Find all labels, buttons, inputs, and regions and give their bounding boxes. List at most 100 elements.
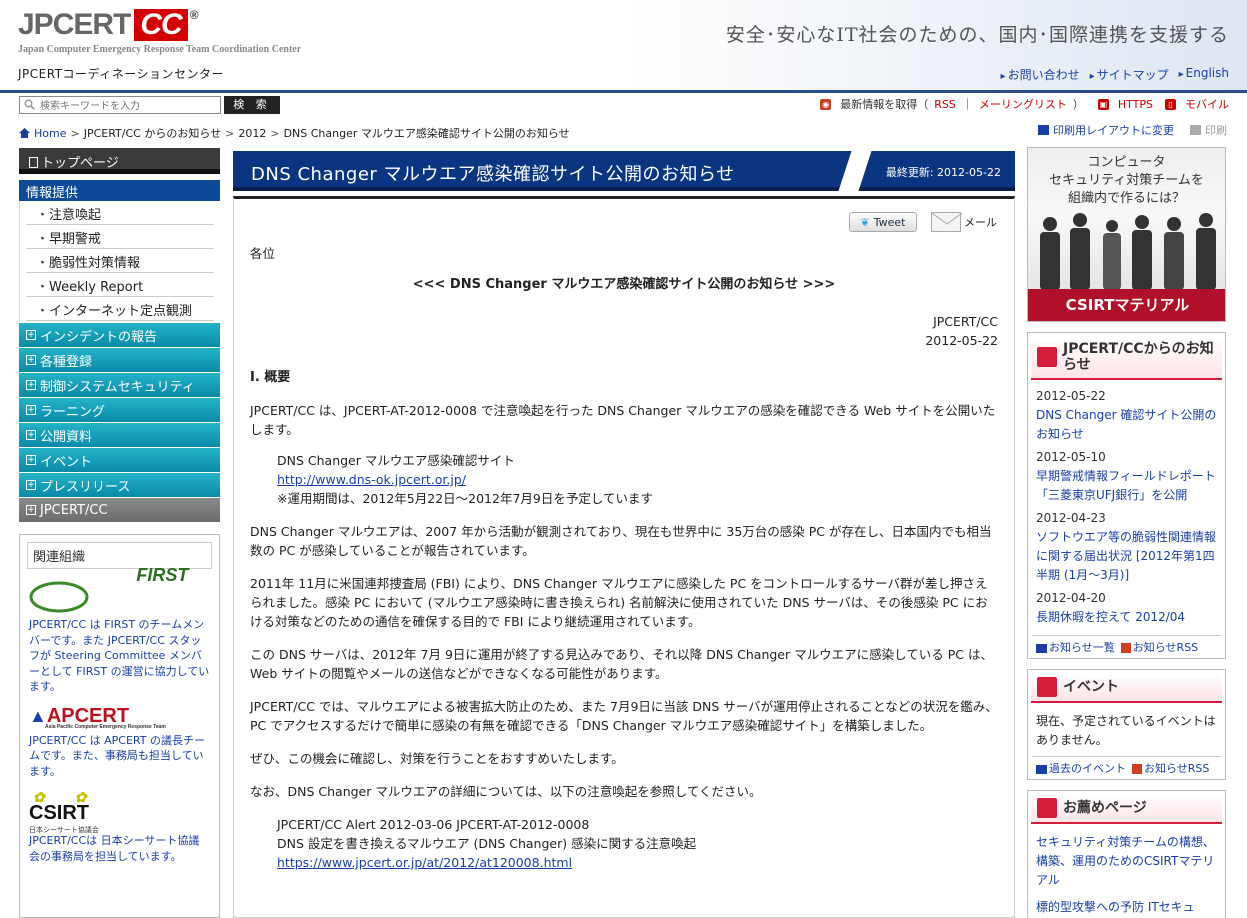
csirt-material-banner[interactable]: コンピュータ セキュリティ対策チームを 組織内で作るには？ CSIRTマテリアル [1027,147,1226,322]
article-body: 各位 <<< DNS Changer マルウエア感染確認サイト公開のお知らせ >… [250,244,998,880]
news-item-link[interactable]: ソフトウエア等の脆弱性関連情報に関する届出状況 [2012年第1四半期 (1月～… [1036,528,1217,585]
rss-icon: ◉ [820,98,832,110]
share-buttons: ❦ Tweet メール [849,212,997,232]
apcert-mark-icon: ▲ [29,705,47,726]
search-button[interactable]: 検 索 [224,96,280,114]
recommended-link[interactable]: 標的型攻撃への予防 ITセキュ [1036,898,1217,917]
salutation: 各位 [250,246,276,261]
nav-item-vulnerability[interactable]: 脆弱性対策情報 [26,249,214,273]
nav-item-early-warning[interactable]: 早期警戒 [26,225,214,249]
lock-icon: ▣ [1097,98,1109,110]
apcert-text[interactable]: JPCERT/CC は APCERT の議長チームです。また、事務局も担当してい… [29,733,210,780]
print-link[interactable]: 印刷 [1205,122,1227,138]
left-navigation: トップページ 情報提供 注意喚起 早期警戒 脆弱性対策情報 Weekly Rep… [19,148,220,523]
search-icon [24,99,35,110]
nav-section-info[interactable]: 情報提供 [19,180,220,201]
news-item-link[interactable]: 長期休暇を控えて 2012/04 [1036,608,1217,627]
csirt-text[interactable]: JPCERT/CCは 日本シーサート協議会の事務局を担当しています。 [29,833,210,864]
nav-ics-security[interactable]: + 制御システムセキュリティ [19,373,220,398]
news-item-link[interactable]: 早期警戒情報フィールドレポート「三菱東京UFJ銀行」を公開 [1036,467,1217,505]
event-box-title: イベント [1063,679,1119,695]
breadcrumb-home[interactable]: Home [34,127,66,140]
check-site-link[interactable]: http://www.dns-ok.jpcert.or.jp/ [277,472,466,487]
news-item-link[interactable]: DNS Changer 確認サイト公開のお知らせ [1036,406,1217,444]
news-list-link[interactable]: お知らせ一覧 [1049,641,1115,654]
mobile-link[interactable]: モバイル [1185,96,1229,112]
banner-caption: CSIRTマテリアル [1028,289,1225,321]
nav-incident-report[interactable]: + インシデントの報告 [19,323,220,348]
mail-button[interactable]: メール [931,212,997,232]
breadcrumb-row: Home > JPCERT/CC からのお知らせ > 2012 > DNS Ch… [0,120,1247,142]
check-site-note: ※運用期間は、2012年5月22日～2012年7月9日を予定しています [277,491,653,506]
alert-reference: JPCERT/CC Alert 2012-03-06 JPCERT-AT-201… [250,815,998,872]
feeds-prefix: 最新情報を取得（ [840,98,929,111]
nav-learning[interactable]: + ラーニング [19,398,220,423]
english-link[interactable]: English [1179,66,1229,83]
nav-press-release[interactable]: + プレスリリース [19,473,220,498]
mobile-icon: ▯ [1165,98,1176,110]
printer-icon [1190,125,1201,135]
logo-registered-mark: ® [189,8,199,22]
event-footer: 過去のイベント お知らせRSS [1032,756,1221,779]
news-footer: お知らせ一覧 お知らせRSS [1032,635,1221,658]
plus-icon: + [26,330,36,340]
mailing-list-link[interactable]: メーリングリスト [979,96,1067,112]
related-organizations: 関連組織 FIRST JPCERT/CC は FIRST のチームメンバーです。… [19,534,220,918]
header-divider [0,90,1247,93]
event-icon [1037,677,1057,697]
plus-icon: + [26,430,36,440]
news-date: 2012-05-10 [1036,450,1106,464]
jpcert-logo[interactable]: JPCERT CC ® Japan Computer Emergency Res… [18,8,301,55]
paragraph-6: ぜひ、この機会に確認し、対策を行うことをおすすめいたします。 [250,751,624,766]
logo-cc-text: CC [134,9,188,41]
alert-line-1: JPCERT/CC Alert 2012-03-06 JPCERT-AT-201… [277,817,590,832]
home-icon [19,128,30,138]
nav-jpcert[interactable]: + JPCERT/CC [19,498,220,523]
alert-link[interactable]: https://www.jpcert.or.jp/at/2012/at12000… [277,855,572,870]
breadcrumb-notices[interactable]: JPCERT/CC からのお知らせ [84,125,221,141]
breadcrumb-year[interactable]: 2012 [238,127,266,140]
rss-link[interactable]: RSS [934,98,956,111]
plus-icon: + [26,480,36,490]
rss-icon [1132,764,1142,774]
article-org: JPCERT/CC [933,314,998,329]
paragraph-3: 2011年 11月に米国連邦捜査局 (FBI) により、DNS Changer … [250,576,988,629]
nav-sub-list: 注意喚起 早期警戒 脆弱性対策情報 Weekly Report インターネット定… [19,201,220,321]
recommended-list: セキュリティ対策チームの構想、構築、運用のためのCSIRTマテリアル 標的型攻撃… [1028,827,1225,918]
banner-line-2: セキュリティ対策チームを [1049,173,1204,188]
nav-top-page[interactable]: トップページ [19,148,220,174]
first-logo[interactable]: FIRST [29,565,210,617]
apcert-logo[interactable]: ▲APCERT Asia Pacific Computer Emergency … [29,705,210,733]
past-events-link[interactable]: 過去のイベント [1049,762,1126,775]
tweet-button[interactable]: ❦ Tweet [849,212,917,232]
csirt-logo[interactable]: ✿✿ CSIRT 日本シーサート協議会 [29,789,210,834]
main-content: DNS Changer マルウエア感染確認サイト公開のお知らせ 最終更新: 20… [233,148,1015,918]
nav-item-alerts[interactable]: 注意喚起 [26,201,214,225]
page-icon [29,157,38,168]
news-rss-link[interactable]: お知らせRSS [1133,641,1198,654]
recommended-icon [1037,798,1057,818]
plus-icon: + [26,505,36,515]
nav-registration[interactable]: + 各種登録 [19,348,220,373]
print-layout-icon [1038,125,1049,135]
news-box: JPCERT/CCからのお知らせ 2012-05-22 DNS Changer … [1027,332,1226,659]
nav-publications[interactable]: + 公開資料 [19,423,220,448]
recommended-link[interactable]: セキュリティ対策チームの構想、構築、運用のためのCSIRTマテリアル [1036,833,1217,890]
news-box-title: JPCERT/CCからのお知らせ [1063,341,1214,373]
news-date: 2012-05-22 [1036,389,1106,403]
sitemap-link[interactable]: サイトマップ [1090,66,1169,83]
news-list: 2012-05-22 DNS Changer 確認サイト公開のお知らせ 2012… [1028,383,1225,635]
nav-item-internet-monitoring[interactable]: インターネット定点観測 [26,297,214,321]
nav-events[interactable]: + イベント [19,448,220,473]
search-input[interactable] [19,96,221,114]
contact-link[interactable]: お問い合わせ [1001,66,1080,83]
nav-item-weekly-report[interactable]: Weekly Report [26,273,214,297]
title-divider [838,151,872,191]
section-heading-overview: I. 概要 [250,370,291,385]
paragraph-5: JPCERT/CC では、マルウエアによる被害拡大防止のため、また 7月9日に当… [250,699,998,733]
print-layout-link[interactable]: 印刷用レイアウトに変更 [1053,122,1174,138]
event-rss-link[interactable]: お知らせRSS [1144,762,1209,775]
first-text[interactable]: JPCERT/CC は FIRST のチームメンバーです。また JPCERT/C… [29,617,210,695]
https-link[interactable]: HTTPS [1118,98,1153,111]
recommended-box-title: お薦めページ [1063,800,1147,816]
